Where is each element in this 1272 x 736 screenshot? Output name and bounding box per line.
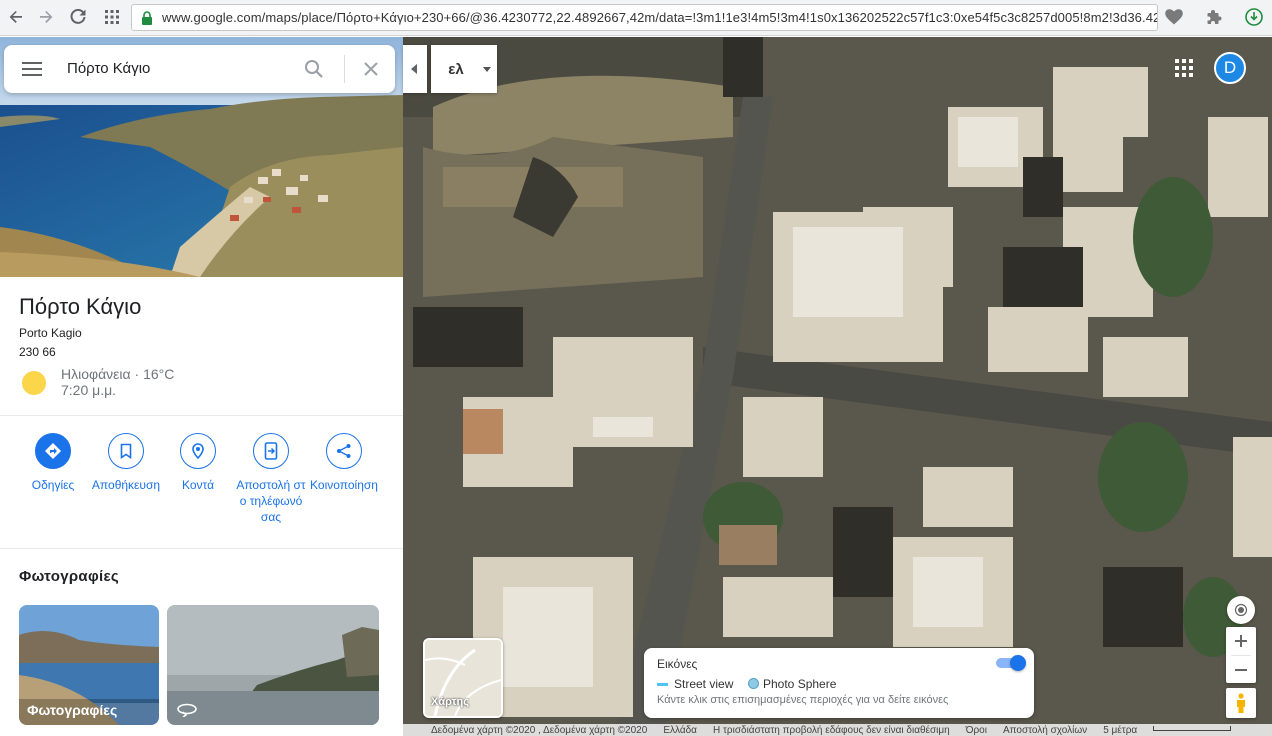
url-text: www.google.com/maps/place/Πόρτο+Κάγιο+23… xyxy=(162,10,1158,25)
weather-time: 7:20 μ.μ. xyxy=(61,382,117,398)
pegman-button[interactable] xyxy=(1226,688,1256,718)
collapse-panel-button[interactable] xyxy=(403,45,427,93)
place-title: Πόρτο Κάγιο xyxy=(19,294,142,319)
photo-label: Φωτογραφίες xyxy=(27,702,118,718)
map-type-label: Χάρτης xyxy=(431,696,469,708)
place-panel: Πόρτο Κάγιο Πόρτο Κάγιο Porto Kagio 230 … xyxy=(0,37,403,736)
nearby-button[interactable]: Κοντά xyxy=(162,433,234,493)
divider xyxy=(0,548,403,549)
zoom-out-button[interactable] xyxy=(1235,656,1247,683)
save-label: Αποθήκευση xyxy=(91,478,161,492)
send-to-phone-button[interactable]: Αποστολή στο τηλέφωνό σας xyxy=(235,433,307,525)
map-type-toggle[interactable]: Χάρτης xyxy=(423,638,503,718)
share-label: Κοινοποίηση xyxy=(310,478,378,492)
photo-sphere-label: Photo Sphere xyxy=(763,677,837,691)
minus-icon xyxy=(1235,668,1247,671)
weather-info: Ηλιοφάνεια · 16°C 7:20 μ.μ. xyxy=(61,366,174,398)
location-icon xyxy=(1234,603,1248,617)
zoom-in-button[interactable] xyxy=(1235,627,1247,655)
reload-icon[interactable] xyxy=(68,7,88,27)
bookmark-icon xyxy=(108,433,144,469)
nearby-icon xyxy=(180,433,216,469)
language-selector[interactable]: ελ xyxy=(431,45,497,93)
photo-thumbnail[interactable]: Φωτογραφίες xyxy=(19,605,159,725)
language-label: ελ xyxy=(448,60,464,78)
pegman-icon xyxy=(1237,693,1245,713)
menu-icon[interactable] xyxy=(22,61,42,77)
google-apps-icon[interactable] xyxy=(1174,58,1196,80)
chevron-down-icon xyxy=(483,66,491,72)
feedback-link[interactable]: Αποστολή σχολίων xyxy=(1003,725,1087,736)
lock-icon xyxy=(142,11,152,25)
plus-icon xyxy=(1235,635,1247,647)
share-icon xyxy=(326,433,362,469)
save-button[interactable]: Αποθήκευση xyxy=(90,433,162,493)
share-button[interactable]: Κοινοποίηση xyxy=(308,433,380,493)
address-bar[interactable]: www.google.com/maps/place/Πόρτο+Κάγιο+23… xyxy=(131,4,1158,31)
imagery-panel: Εικόνες Street view Photo Sphere Κάντε κ… xyxy=(644,648,1034,718)
chevron-left-icon xyxy=(411,64,417,74)
imagery-title: Εικόνες xyxy=(657,657,698,671)
street-view-thumbnail[interactable] xyxy=(167,605,379,725)
back-icon[interactable] xyxy=(6,7,26,27)
imagery-toggle[interactable] xyxy=(996,655,1026,671)
directions-button[interactable]: Οδηγίες xyxy=(17,433,89,493)
nearby-label: Κοντά xyxy=(181,478,215,492)
search-divider xyxy=(344,55,345,83)
region-link[interactable]: Ελλάδα xyxy=(663,725,697,736)
street-view-swatch xyxy=(657,683,668,686)
scale-label: 5 μέτρα xyxy=(1103,724,1138,736)
sun-icon xyxy=(22,371,46,395)
forward-icon[interactable] xyxy=(36,7,56,27)
360-icon xyxy=(177,703,197,717)
download-icon[interactable] xyxy=(1244,7,1264,27)
browser-toolbar: www.google.com/maps/place/Πόρτο+Κάγιο+23… xyxy=(0,0,1272,36)
weather-condition: Ηλιοφάνεια · 16°C xyxy=(61,366,175,382)
bookmark-heart-icon[interactable] xyxy=(1164,7,1184,27)
divider xyxy=(0,415,403,416)
close-icon[interactable] xyxy=(363,61,379,77)
photo-sphere-swatch xyxy=(748,678,759,689)
apps-grid-icon[interactable] xyxy=(102,7,122,27)
extension-icon[interactable] xyxy=(1204,7,1224,27)
imagery-hint: Κάντε κλικ στις επισημασμένες περιοχές γ… xyxy=(657,694,949,706)
place-latin-name: Porto Kagio xyxy=(19,326,82,340)
send-to-phone-icon xyxy=(253,433,289,469)
search-box[interactable]: Πόρτο Κάγιο xyxy=(4,45,395,93)
scale-bar xyxy=(1153,726,1232,731)
directions-icon xyxy=(35,433,71,469)
directions-label: Οδηγίες xyxy=(31,478,75,492)
send-to-phone-label: Αποστολή στο τηλέφωνό σας xyxy=(236,478,306,524)
map-footer: Δεδομένα χάρτη ©2020 , Δεδομένα χάρτη ©2… xyxy=(403,724,1272,736)
search-input[interactable]: Πόρτο Κάγιο xyxy=(67,60,150,77)
search-icon[interactable] xyxy=(304,59,324,79)
postal-code: 230 66 xyxy=(19,345,56,359)
my-location-button[interactable] xyxy=(1227,596,1255,624)
satellite-map[interactable] xyxy=(403,37,1272,736)
zoom-controls xyxy=(1226,627,1256,683)
photos-heading: Φωτογραφίες xyxy=(19,568,119,585)
terms-link[interactable]: Όροι xyxy=(966,725,987,736)
account-avatar[interactable]: D xyxy=(1214,52,1246,84)
street-view-label: Street view xyxy=(674,677,734,691)
terrain-notice: Η τρισδιάστατη προβολή εδάφους δεν είναι… xyxy=(712,724,950,736)
map-data-attribution: Δεδομένα χάρτη ©2020 , Δεδομένα χάρτη ©2… xyxy=(431,724,648,736)
